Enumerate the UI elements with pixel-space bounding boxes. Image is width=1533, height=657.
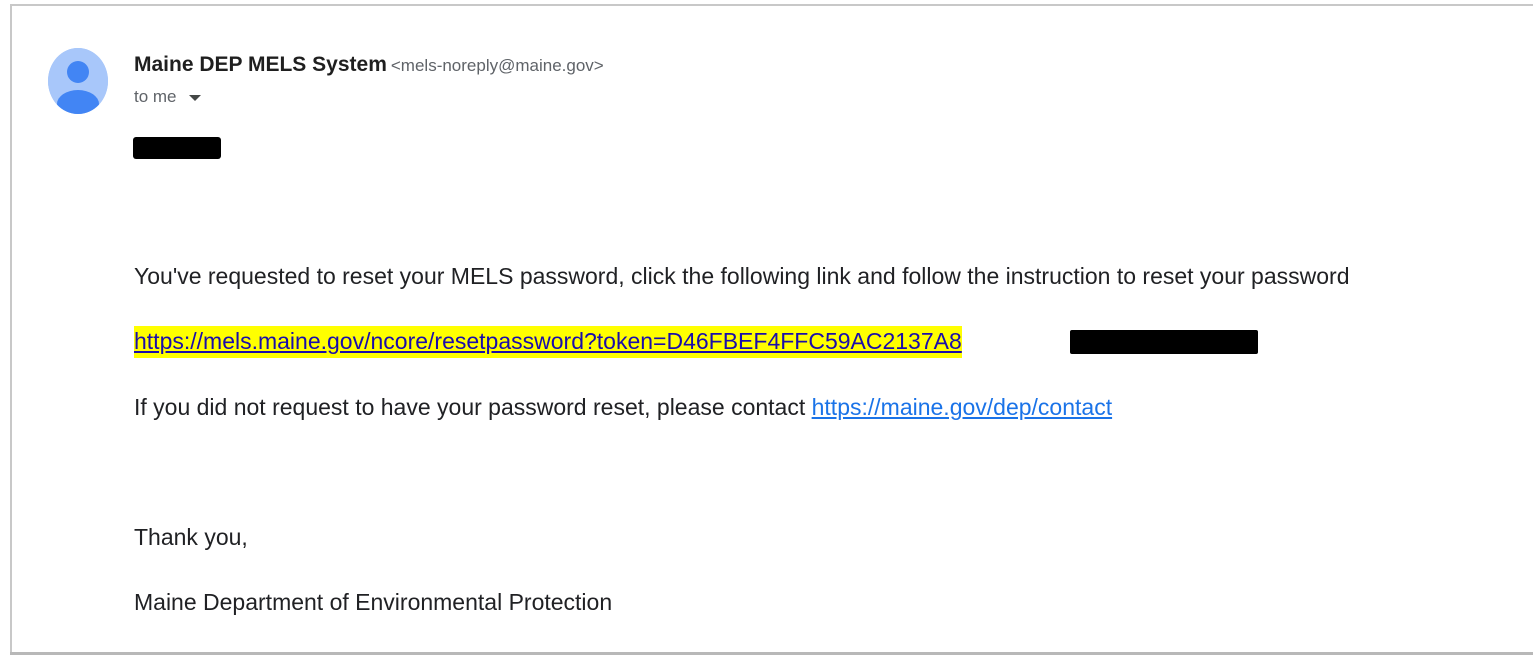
body-intro: You've requested to reset your MELS pass… xyxy=(134,263,1350,289)
recipient-label: to me xyxy=(134,87,177,106)
frame-border-left xyxy=(10,4,12,654)
contact-text: If you did not request to have your pass… xyxy=(134,394,812,420)
frame-border-top xyxy=(10,4,1533,6)
reset-link-line: https://mels.maine.gov/ncore/resetpasswo… xyxy=(134,326,962,358)
caret-down-icon[interactable] xyxy=(188,95,201,101)
contact-link[interactable]: https://maine.gov/dep/contact xyxy=(812,394,1112,420)
frame-border-bottom xyxy=(10,652,1533,655)
contact-line: If you did not request to have your pass… xyxy=(134,392,1112,422)
sender-name[interactable]: Maine DEP MELS System xyxy=(134,53,387,76)
reset-password-link[interactable]: https://mels.maine.gov/ncore/resetpasswo… xyxy=(134,326,962,358)
sender-avatar-icon[interactable] xyxy=(48,48,108,114)
recipient-details-toggle[interactable]: to me xyxy=(134,87,201,107)
redacted-token xyxy=(1070,330,1258,354)
sender-line: Maine DEP MELS System <mels-noreply@maine… xyxy=(134,53,604,77)
sender-email: <mels-noreply@maine.gov> xyxy=(390,56,604,75)
thanks-text: Thank you, xyxy=(134,524,248,550)
signature-text: Maine Department of Environmental Protec… xyxy=(134,589,613,615)
redacted-greeting xyxy=(133,137,221,159)
email-message-view: Maine DEP MELS System <mels-noreply@maine… xyxy=(0,0,1533,657)
